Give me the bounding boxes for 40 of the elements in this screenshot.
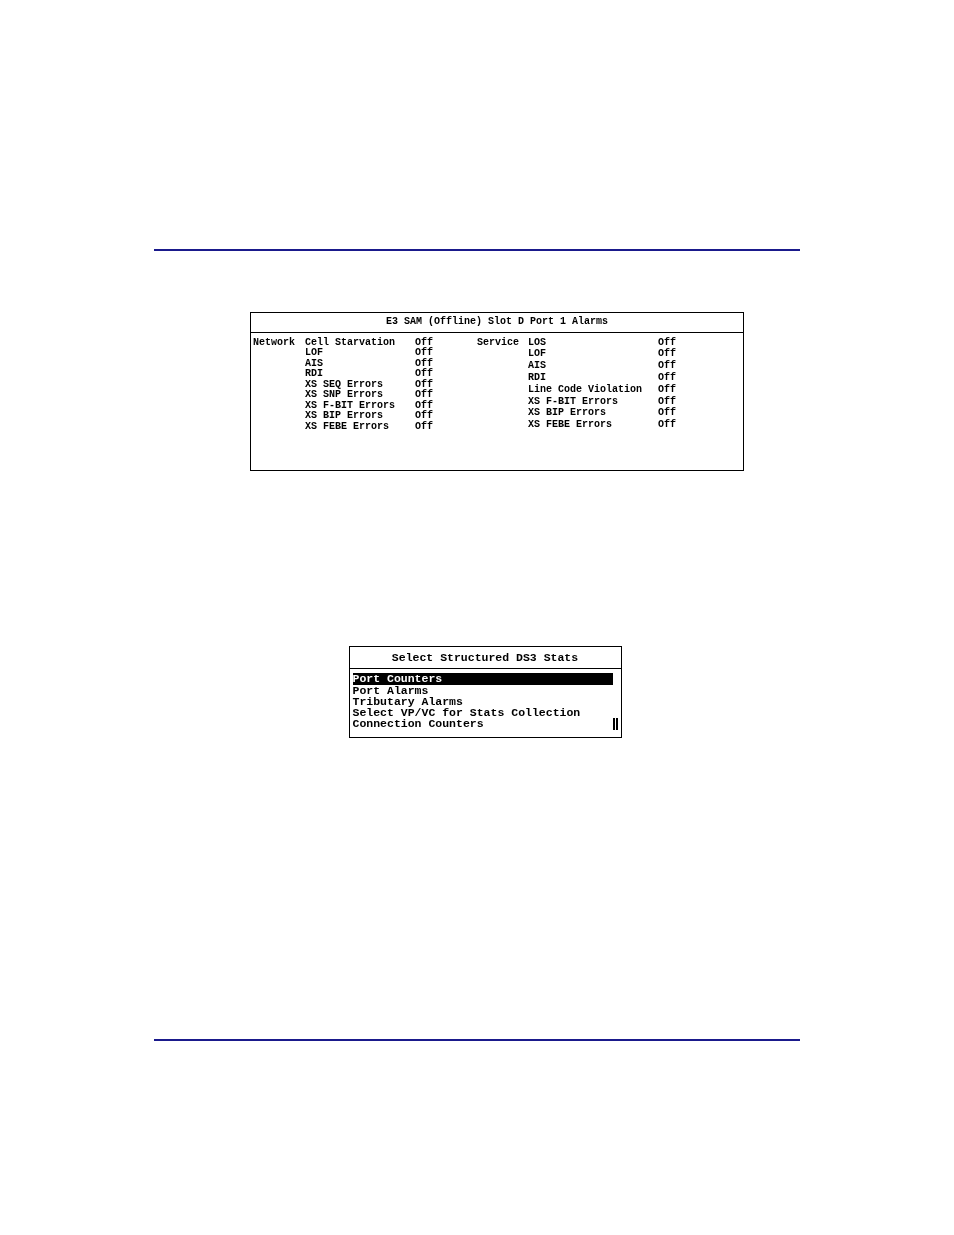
alarm-name: AIS [305, 358, 324, 369]
alarm-value: Off [414, 358, 434, 369]
alarm-name: XS F-BIT Errors [528, 396, 619, 408]
alarm-value: Off [414, 379, 434, 390]
alarm-name: XS SNP Errors [305, 390, 384, 401]
alarm-value: Off [657, 408, 677, 419]
alarm-name: LOS [528, 337, 547, 349]
group-label: Network [253, 337, 296, 348]
alarm-name: AIS [528, 361, 547, 373]
alarm-name: RDI [528, 372, 547, 384]
alarm-value: Off [414, 411, 434, 421]
alarm-value: Off [657, 372, 677, 384]
scrollbar-thumb-icon [612, 717, 618, 730]
alarm-name: RDI [305, 369, 324, 380]
alarm-value: Off [657, 384, 677, 396]
alarm-value: Off [414, 390, 434, 400]
alarm-name: XS FEBE Errors [305, 421, 390, 432]
alarm-value: Off [414, 348, 434, 358]
alarm-name: XS FEBE Errors [528, 420, 613, 432]
menu-item[interactable]: Port Counters [352, 673, 613, 685]
screen-title: E3 SAM (Offline) Slot D Port 1 Alarms [251, 313, 743, 333]
alarm-value: Off [414, 421, 434, 432]
alarm-value: Off [657, 396, 677, 407]
alarm-name: XS SEQ Errors [305, 379, 384, 390]
alarm-value: Off [657, 337, 677, 348]
alarm-value: Off [657, 361, 677, 372]
alarm-name: XS BIP Errors [528, 408, 607, 420]
menu-title: Select Structured DS3 Stats [349, 647, 621, 670]
alarm-name: Line Code Violation [528, 384, 644, 397]
alarm-value: Off [657, 349, 677, 360]
alarm-name: XS BIP Errors [305, 411, 384, 422]
group-label: Service [477, 337, 520, 350]
alarm-name: Cell Starvation [305, 337, 396, 348]
alarm-name: XS F-BIT Errors [305, 400, 396, 411]
alarm-value: Off [657, 420, 677, 432]
alarm-name: LOF [305, 348, 324, 359]
alarm-value: Off [414, 337, 434, 348]
alarm-value: Off [414, 369, 434, 379]
alarm-value: Off [414, 400, 434, 411]
alarm-name: LOF [528, 349, 547, 361]
